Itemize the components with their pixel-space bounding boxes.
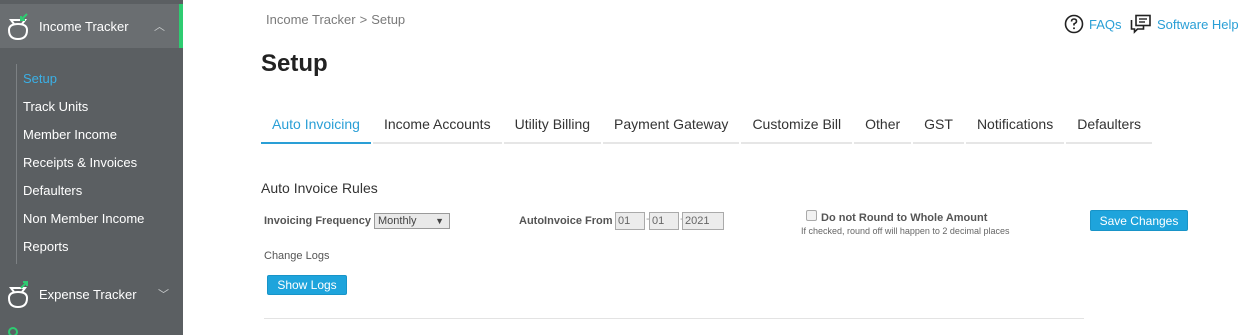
sidebar-section-label: Expense Tracker bbox=[39, 286, 137, 302]
autoinvoice-month-input[interactable] bbox=[649, 212, 679, 230]
tab-defaulters[interactable]: Defaulters bbox=[1066, 106, 1153, 144]
save-changes-button[interactable]: Save Changes bbox=[1090, 210, 1188, 231]
sidebar-item-defaulters[interactable]: Defaulters bbox=[23, 183, 82, 198]
sidebar-sublist-line bbox=[16, 64, 17, 264]
sidebar-item-receipts-invoices[interactable]: Receipts & Invoices bbox=[23, 155, 137, 170]
income-tracker-icon bbox=[7, 13, 29, 41]
expense-tracker-icon bbox=[7, 281, 29, 309]
software-help-link[interactable]: Software Help bbox=[1130, 14, 1239, 34]
sidebar: Income Tracker ︿ Setup Track Units Membe… bbox=[0, 0, 183, 335]
faqs-label: FAQs bbox=[1089, 16, 1122, 32]
chevron-up-icon: ︿ bbox=[154, 21, 165, 33]
invoicing-frequency-value: Monthly bbox=[378, 215, 417, 227]
change-logs-label: Change Logs bbox=[264, 250, 330, 262]
sidebar-item-track-units[interactable]: Track Units bbox=[23, 99, 88, 114]
sidebar-section-income-tracker[interactable]: Income Tracker ︿ bbox=[0, 4, 183, 48]
sidebar-item-member-income[interactable]: Member Income bbox=[23, 127, 117, 142]
question-circle-icon bbox=[1064, 14, 1084, 34]
tab-other[interactable]: Other bbox=[854, 106, 912, 144]
faqs-link[interactable]: FAQs bbox=[1064, 14, 1122, 34]
dropdown-arrow-icon: ▼ bbox=[435, 216, 444, 226]
tab-auto-invoicing[interactable]: Auto Invoicing bbox=[261, 106, 371, 144]
autoinvoice-from-label: AutoInvoice From bbox=[519, 215, 613, 227]
sidebar-item-non-member-income[interactable]: Non Member Income bbox=[23, 211, 144, 226]
chat-help-icon bbox=[1130, 14, 1151, 34]
breadcrumb: Income Tracker > Setup bbox=[266, 12, 405, 27]
round-whole-amount-hint: If checked, round off will happen to 2 d… bbox=[801, 226, 1010, 236]
invoicing-frequency-select[interactable]: Monthly ▼ bbox=[374, 213, 450, 229]
software-help-label: Software Help bbox=[1157, 16, 1239, 32]
tab-income-accounts[interactable]: Income Accounts bbox=[372, 106, 502, 144]
tab-bar: Auto Invoicing Income Accounts Utility B… bbox=[261, 106, 1154, 144]
autoinvoice-day-input[interactable] bbox=[615, 212, 645, 230]
tab-utility-billing[interactable]: Utility Billing bbox=[503, 106, 602, 144]
sidebar-item-setup[interactable]: Setup bbox=[23, 71, 57, 86]
autoinvoice-year-input[interactable] bbox=[682, 212, 724, 230]
invoicing-frequency-label: Invoicing Frequency bbox=[264, 215, 371, 227]
tab-gst[interactable]: GST bbox=[913, 106, 964, 144]
section-title: Auto Invoice Rules bbox=[261, 180, 378, 196]
chevron-down-icon: ﹀ bbox=[158, 289, 169, 301]
round-whole-amount-checkbox[interactable] bbox=[806, 210, 817, 221]
divider bbox=[264, 318, 1084, 319]
sidebar-section-label: Income Tracker bbox=[39, 18, 129, 34]
tab-payment-gateway[interactable]: Payment Gateway bbox=[603, 106, 740, 144]
tab-customize-bill[interactable]: Customize Bill bbox=[741, 106, 853, 144]
page-title: Setup bbox=[261, 50, 328, 77]
breadcrumb-separator: > bbox=[359, 12, 368, 27]
tab-notifications[interactable]: Notifications bbox=[965, 106, 1065, 144]
bank-cash-icon bbox=[8, 327, 18, 335]
round-whole-amount-label: Do not Round to Whole Amount bbox=[821, 212, 988, 224]
sidebar-item-reports[interactable]: Reports bbox=[23, 239, 69, 254]
sidebar-section-expense-tracker[interactable]: Expense Tracker ﹀ bbox=[0, 272, 183, 316]
breadcrumb-parent[interactable]: Income Tracker bbox=[266, 12, 356, 27]
breadcrumb-current: Setup bbox=[371, 12, 406, 27]
show-logs-button[interactable]: Show Logs bbox=[267, 275, 347, 295]
